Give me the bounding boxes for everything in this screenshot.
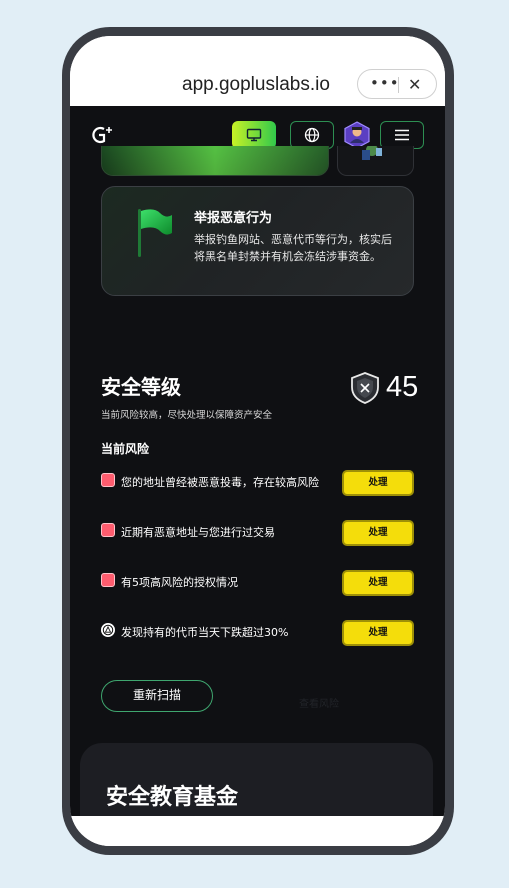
current-risk-heading: 当前风险 (101, 442, 150, 456)
monitor-icon (246, 128, 262, 142)
warning-badge-icon (101, 523, 115, 537)
education-fund-card[interactable]: 安全教育基金 (80, 743, 433, 816)
handle-button[interactable]: 处理 (342, 520, 414, 546)
risk-item-2: 近期有恶意地址与您进行过交易 处理 (101, 520, 414, 546)
risk-item-3: 有5项高风险的授权情况 处理 (101, 570, 414, 596)
handle-button[interactable]: 处理 (342, 570, 414, 596)
hamburger-menu-icon (395, 129, 409, 141)
language-button[interactable] (290, 121, 334, 149)
banner-card-green[interactable] (101, 146, 329, 176)
app-viewport: 举报恶意行为 举报钓鱼网站、恶意代币等行为，核实后将黑名单封禁并有机会冻结涉事资… (70, 106, 445, 816)
risk-text: 发现持有的代币当天下跌超过30% (121, 626, 289, 639)
risk-item-1: 您的地址曾经被恶意投毒，存在较高风险 处理 (101, 470, 414, 496)
divider (398, 77, 399, 93)
close-icon[interactable]: ✕ (408, 75, 421, 94)
banner-card-small[interactable] (337, 146, 414, 176)
security-level-title: 安全等级 (101, 375, 181, 399)
avatar[interactable] (344, 121, 370, 149)
risk-text: 有5项高风险的授权情况 (121, 576, 238, 589)
warning-badge-icon (101, 573, 115, 587)
menu-button[interactable] (380, 121, 424, 149)
green-flag-icon (138, 209, 172, 257)
report-malicious-card[interactable]: 举报恶意行为 举报钓鱼网站、恶意代币等行为，核实后将黑名单封禁并有机会冻结涉事资… (101, 186, 414, 296)
rescan-button[interactable]: 重新扫描 (101, 680, 213, 712)
url-text: app.gopluslabs.io (182, 74, 330, 95)
risk-item-4: 发现持有的代币当天下跌超过30% 处理 (101, 620, 414, 646)
handle-button[interactable]: 处理 (342, 620, 414, 646)
handle-button[interactable]: 处理 (342, 470, 414, 496)
browser-controls: ••• ✕ (357, 69, 437, 99)
alert-circle-icon (101, 623, 115, 637)
report-title: 举报恶意行为 (194, 211, 273, 226)
more-dots-icon[interactable]: ••• (370, 74, 400, 92)
banner-glow (102, 146, 328, 175)
view-risk-link[interactable]: 查看风险 (299, 695, 339, 710)
monitor-button[interactable] (232, 121, 276, 149)
security-score: 45 (386, 371, 419, 403)
risk-text: 您的地址曾经被恶意投毒，存在较高风险 (121, 476, 319, 489)
phone-screen: app.gopluslabs.io ••• ✕ 举报恶意行为 举报钓鱼网站、恶意… (70, 36, 445, 846)
goplus-logo[interactable] (90, 125, 116, 145)
risk-text: 近期有恶意地址与您进行过交易 (121, 526, 275, 539)
browser-bar: app.gopluslabs.io ••• ✕ (70, 36, 445, 106)
shield-icon (351, 372, 379, 404)
security-level-subtitle: 当前风险较高，尽快处理以保障资产安全 (101, 410, 273, 421)
globe-icon (304, 127, 320, 143)
education-fund-title: 安全教育基金 (106, 785, 239, 810)
bottom-browser-area (70, 816, 445, 846)
character-image (362, 146, 382, 160)
report-description: 举报钓鱼网站、恶意代币等行为，核实后将黑名单封禁并有机会冻结涉事资金。 (194, 233, 392, 263)
warning-badge-icon (101, 473, 115, 487)
